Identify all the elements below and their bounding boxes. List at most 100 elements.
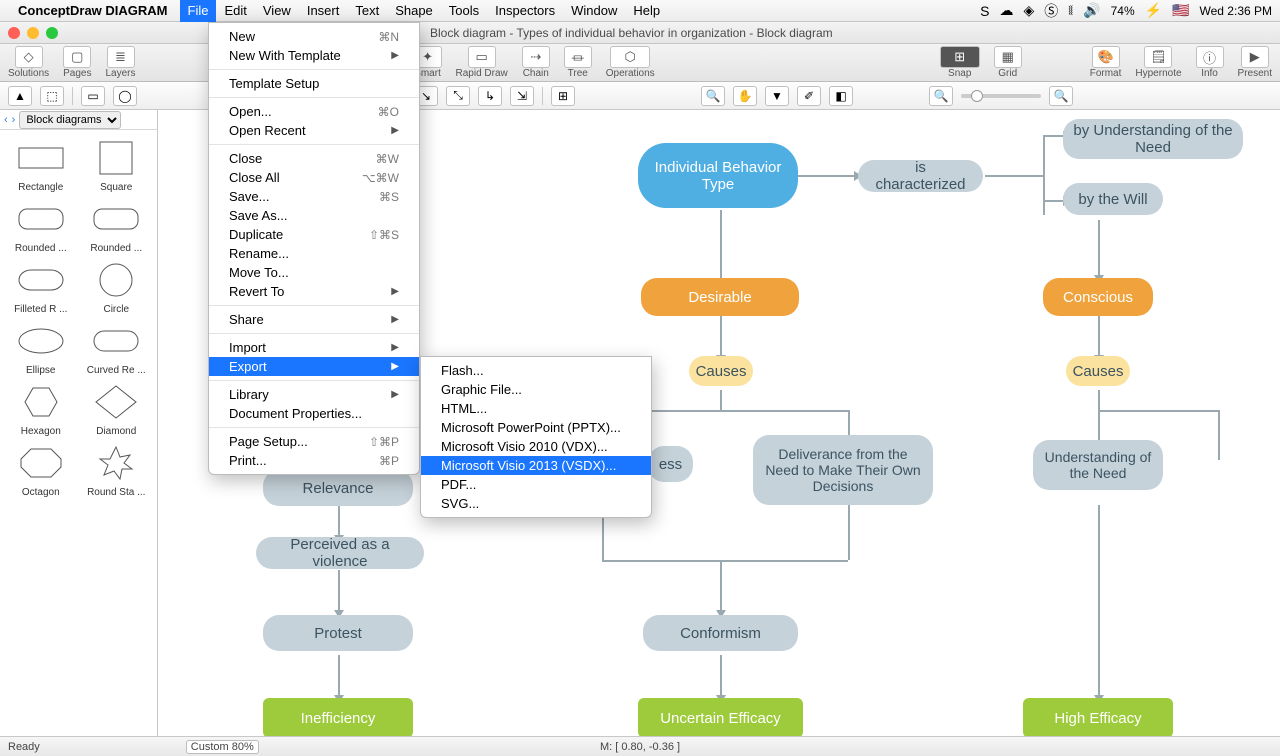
solutions-icon[interactable]: ◇ [15, 46, 43, 68]
menuitem-share[interactable]: Share▶ [209, 310, 419, 329]
node-causes-1[interactable]: Causes [689, 356, 753, 386]
select-tool[interactable]: ⬚ [40, 86, 64, 106]
zoom-in-icon[interactable]: 🔍 [1049, 86, 1073, 106]
shape-diamond[interactable]: Diamond [80, 382, 154, 437]
shape-square[interactable]: Square [80, 138, 154, 193]
tool-operations[interactable]: ⬡Operations [606, 46, 655, 79]
node-conformism[interactable]: Conformism [643, 615, 798, 651]
menuitem-close-all[interactable]: Close All⌥⌘W [209, 168, 419, 187]
node-by-understanding[interactable]: by Understanding of the Need [1063, 119, 1243, 159]
maximize-window-button[interactable] [46, 27, 58, 39]
zoom-select[interactable]: Custom 80% [186, 740, 259, 754]
menuitem-rename-[interactable]: Rename... [209, 244, 419, 263]
eyedrop-tool[interactable]: ✐ [797, 86, 821, 106]
export-flash-[interactable]: Flash... [421, 361, 651, 380]
stamp-tool[interactable]: ▼ [765, 86, 789, 106]
menuitem-move-to-[interactable]: Move To... [209, 263, 419, 282]
menuitem-save-as-[interactable]: Save As... [209, 206, 419, 225]
connector-4[interactable]: ⇲ [510, 86, 534, 106]
tool-info[interactable]: ⓘInfo [1196, 46, 1224, 79]
menuitem-import[interactable]: Import▶ [209, 338, 419, 357]
node-causes-2[interactable]: Causes [1066, 356, 1130, 386]
export-svg-[interactable]: SVG... [421, 494, 651, 513]
menuitem-duplicate[interactable]: Duplicate⇧⌘S [209, 225, 419, 244]
cloud-icon[interactable]: ☁ [1000, 2, 1014, 19]
shape-hexagon[interactable]: Hexagon [4, 382, 78, 437]
node-perceived[interactable]: Perceived as a violence [256, 537, 424, 569]
operations-icon[interactable]: ⬡ [610, 46, 650, 68]
menuitem-open-recent[interactable]: Open Recent▶ [209, 121, 419, 140]
tool-pages[interactable]: ▢Pages [63, 46, 91, 79]
menu-view[interactable]: View [255, 0, 299, 22]
menu-inspectors[interactable]: Inspectors [487, 0, 563, 22]
export-graphic-file-[interactable]: Graphic File... [421, 380, 651, 399]
textbox-tool[interactable]: ⊞ [551, 86, 575, 106]
grid-icon[interactable]: ▦ [994, 46, 1022, 68]
menuitem-close[interactable]: Close⌘W [209, 149, 419, 168]
menu-edit[interactable]: Edit [216, 0, 254, 22]
siri-icon[interactable]: S [980, 3, 989, 19]
erase-tool[interactable]: ◧ [829, 86, 853, 106]
export-html-[interactable]: HTML... [421, 399, 651, 418]
tool-format[interactable]: 🎨Format [1090, 46, 1122, 79]
node-ess-partial[interactable]: ess [648, 446, 693, 482]
info-icon[interactable]: ⓘ [1196, 46, 1224, 68]
shape-rounded-[interactable]: Rounded ... [80, 199, 154, 254]
menuitem-revert-to[interactable]: Revert To▶ [209, 282, 419, 301]
shape-circle[interactable]: Circle [80, 260, 154, 315]
wifi-icon[interactable]: ⧛ [1068, 2, 1073, 19]
node-understanding[interactable]: Understanding of the Need [1033, 440, 1163, 490]
format-icon[interactable]: 🎨 [1092, 46, 1120, 68]
zoomin-tool[interactable]: 🔍 [701, 86, 725, 106]
menuitem-new[interactable]: New⌘N [209, 27, 419, 46]
menu-insert[interactable]: Insert [299, 0, 348, 22]
pages-icon[interactable]: ▢ [63, 46, 91, 68]
pointer-tool[interactable]: ▲ [8, 86, 32, 106]
node-relevance[interactable]: Relevance [263, 470, 413, 506]
export-microsoft-visio-vsdx-[interactable]: Microsoft Visio 2013 (VSDX)... [421, 456, 651, 475]
node-conscious[interactable]: Conscious [1043, 278, 1153, 316]
nav-back-icon[interactable]: ‹ [4, 114, 8, 126]
nav-fwd-icon[interactable]: › [12, 114, 16, 126]
chain-icon[interactable]: ⇢ [522, 46, 550, 68]
menu-help[interactable]: Help [625, 0, 668, 22]
menuitem-export[interactable]: Export▶ [209, 357, 419, 376]
node-protest[interactable]: Protest [263, 615, 413, 651]
menuitem-template-setup[interactable]: Template Setup [209, 74, 419, 93]
menu-window[interactable]: Window [563, 0, 625, 22]
export-microsoft-visio-vdx-[interactable]: Microsoft Visio 2010 (VDX)... [421, 437, 651, 456]
snap-icon[interactable]: ⊞ [940, 46, 980, 68]
node-uncertain-efficacy[interactable]: Uncertain Efficacy [638, 698, 803, 736]
menu-file[interactable]: File [180, 0, 217, 22]
menuitem-print-[interactable]: Print...⌘P [209, 451, 419, 470]
node-deliverance[interactable]: Deliverance from the Need to Make Their … [753, 435, 933, 505]
pan-tool[interactable]: ✋ [733, 86, 757, 106]
layers-icon[interactable]: ≣ [107, 46, 135, 68]
connector-2[interactable]: ⤡ [446, 86, 470, 106]
diamond-icon[interactable]: ◈ [1024, 2, 1035, 19]
shape-rectangle[interactable]: Rectangle [4, 138, 78, 193]
tool-snap[interactable]: ⊞Snap [940, 46, 980, 79]
battery-text[interactable]: 74% [1111, 4, 1135, 18]
zoom-out-icon[interactable]: 🔍 [929, 86, 953, 106]
menuitem-save-[interactable]: Save...⌘S [209, 187, 419, 206]
present-icon[interactable]: ▶ [1241, 46, 1269, 68]
export-microsoft-powerpoint-pptx-[interactable]: Microsoft PowerPoint (PPTX)... [421, 418, 651, 437]
menuitem-page-setup-[interactable]: Page Setup...⇧⌘P [209, 432, 419, 451]
export-pdf-[interactable]: PDF... [421, 475, 651, 494]
app-name[interactable]: ConceptDraw DIAGRAM [18, 3, 168, 18]
tool-chain[interactable]: ⇢Chain [522, 46, 550, 79]
close-window-button[interactable] [8, 27, 20, 39]
menu-tools[interactable]: Tools [441, 0, 487, 22]
node-by-will[interactable]: by the Will [1063, 183, 1163, 215]
shape-curved-re-[interactable]: Curved Re ... [80, 321, 154, 376]
zoom-slider[interactable] [961, 94, 1041, 98]
menuitem-new-with-template[interactable]: New With Template▶ [209, 46, 419, 65]
tool-present[interactable]: ▶Present [1238, 46, 1272, 79]
volume-icon[interactable]: 🔊 [1083, 2, 1100, 19]
menu-shape[interactable]: Shape [387, 0, 441, 22]
ellipse-tool[interactable]: ◯ [113, 86, 137, 106]
menu-text[interactable]: Text [347, 0, 387, 22]
node-is-characterized[interactable]: is characterized [858, 160, 983, 192]
tool-grid[interactable]: ▦Grid [994, 46, 1022, 79]
